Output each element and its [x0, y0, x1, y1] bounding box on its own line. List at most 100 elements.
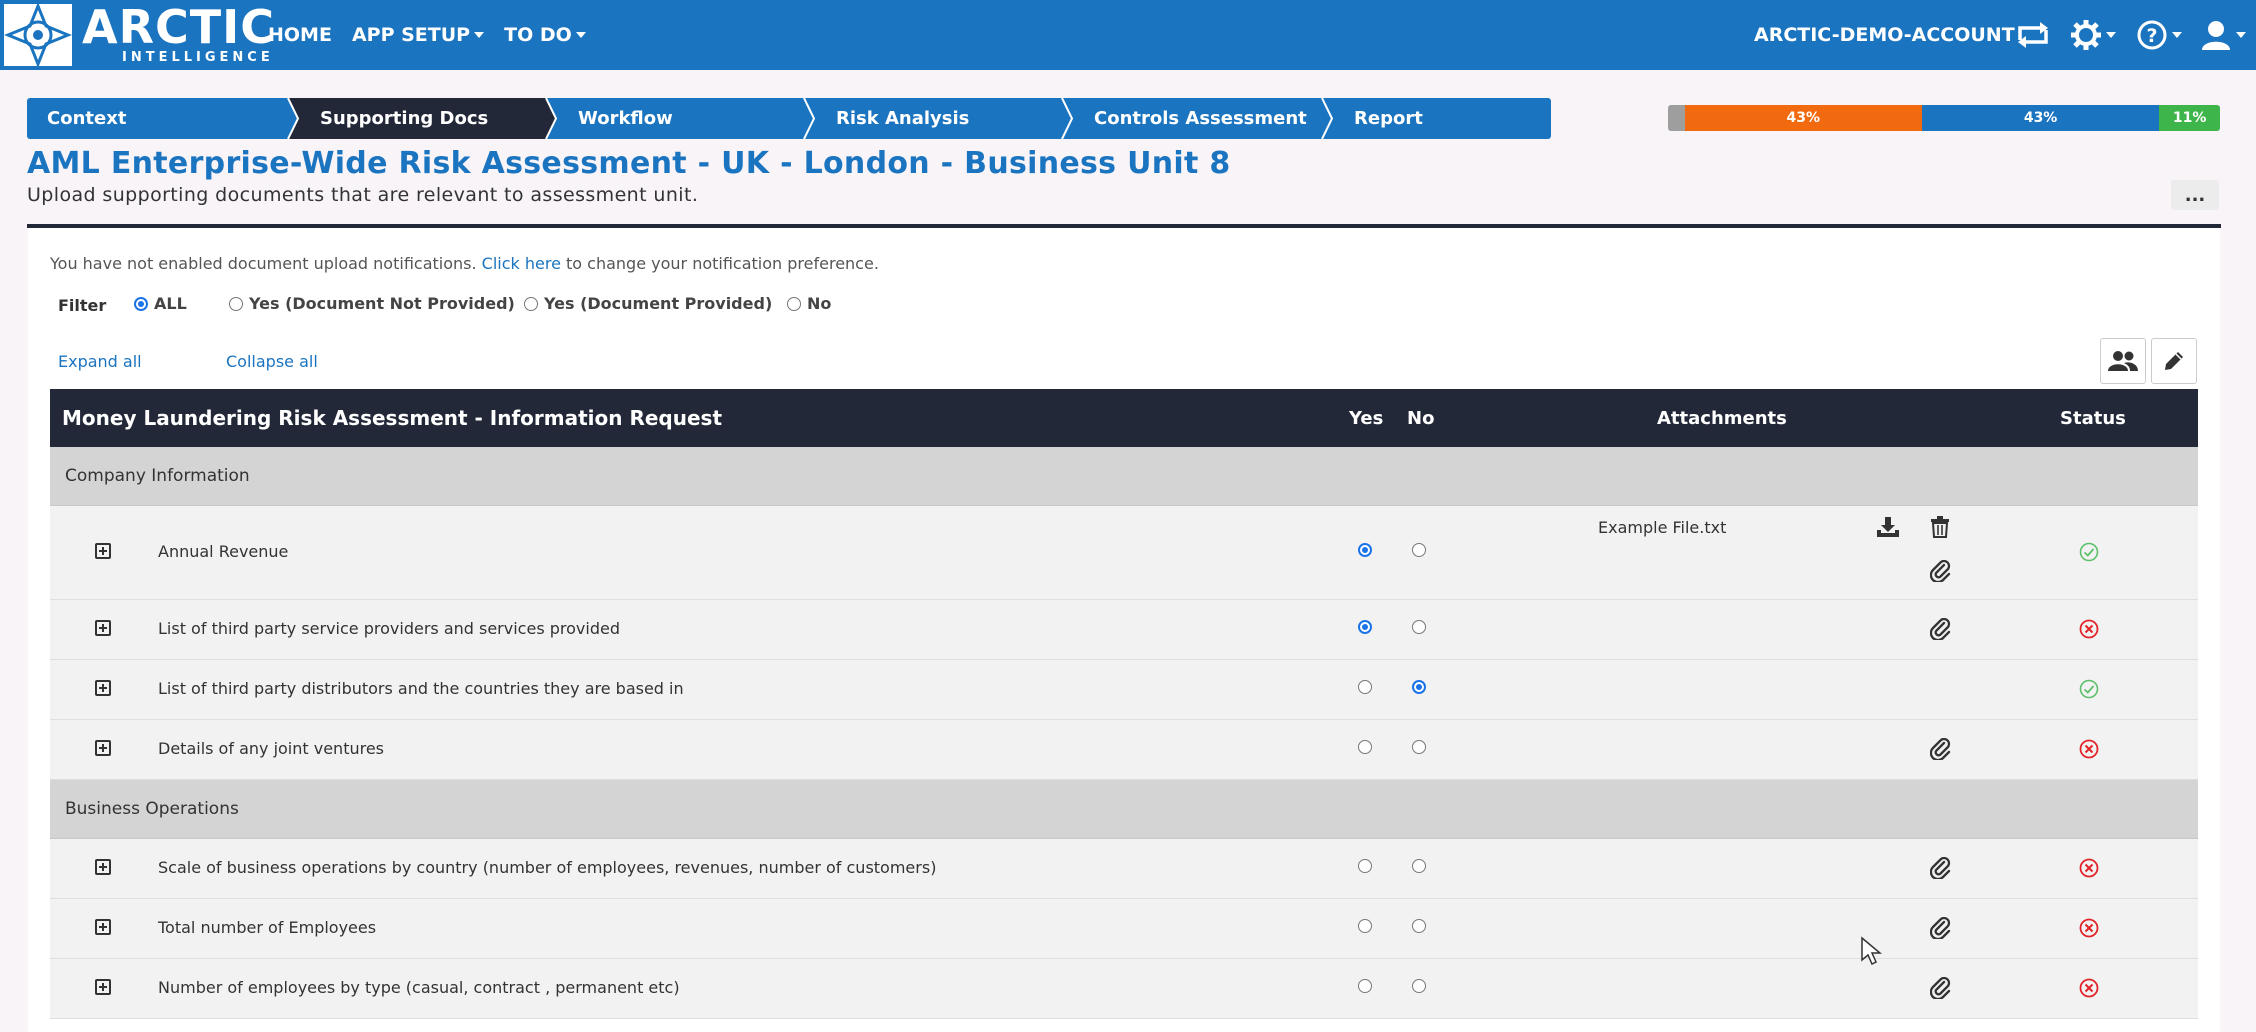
answer-yes-radio[interactable]	[1358, 543, 1372, 557]
table-row: Annual Revenue Example File.txt	[50, 506, 2198, 600]
gear-icon[interactable]	[2070, 16, 2116, 54]
paperclip-icon[interactable]	[1929, 559, 1952, 586]
table-row: Scale of business operations by country …	[50, 839, 2198, 899]
collapse-all-link[interactable]: Collapse all	[226, 352, 318, 371]
step-separator-icon	[279, 98, 301, 139]
expand-row-icon[interactable]	[95, 620, 111, 636]
x-circle-icon	[2079, 619, 2099, 643]
step-controls-assessment[interactable]: Controls Assessment	[1062, 98, 1322, 139]
answer-yes-radio[interactable]	[1358, 979, 1372, 993]
expand-row-icon[interactable]	[95, 680, 111, 696]
filter-radio-all[interactable]	[134, 296, 148, 311]
filter-option-no[interactable]: No	[787, 294, 831, 313]
filter-radio-yes-provided[interactable]	[524, 296, 538, 311]
answer-no-radio[interactable]	[1412, 620, 1426, 634]
check-circle-icon	[2079, 542, 2099, 566]
main-nav: HOME APP SETUP TO DO	[268, 0, 586, 70]
more-options-button[interactable]: ...	[2171, 180, 2219, 210]
section-title: Company Information	[65, 466, 250, 486]
expand-row-icon[interactable]	[95, 919, 111, 935]
trash-icon[interactable]	[1930, 516, 1950, 542]
step-risk-analysis[interactable]: Risk Analysis	[804, 98, 1062, 139]
x-circle-icon	[2079, 858, 2099, 882]
switch-account-icon[interactable]	[2014, 16, 2052, 54]
row-label: List of third party distributors and the…	[158, 679, 684, 698]
nav-app-setup[interactable]: APP SETUP	[352, 24, 485, 46]
expand-all-link[interactable]: Expand all	[58, 352, 142, 371]
step-label: Risk Analysis	[836, 108, 970, 129]
pencil-icon	[2165, 352, 2183, 370]
filter-option-yes-not-provided[interactable]: Yes (Document Not Provided)	[229, 294, 515, 313]
edit-button[interactable]	[2151, 338, 2197, 384]
account-name[interactable]: ARCTIC-DEMO-ACCOUNT	[1754, 0, 2015, 70]
step-separator-icon	[537, 98, 559, 139]
answer-yes-radio[interactable]	[1358, 740, 1372, 754]
answer-no-radio[interactable]	[1412, 740, 1426, 754]
table-row: List of third party distributors and the…	[50, 660, 2198, 720]
row-label: Total number of Employees	[158, 918, 377, 937]
help-icon[interactable]: ?	[2136, 16, 2182, 54]
users-icon	[2108, 351, 2138, 371]
step-workflow[interactable]: Workflow	[546, 98, 804, 139]
step-label: Controls Assessment	[1094, 108, 1307, 129]
step-label: Supporting Docs	[320, 108, 489, 129]
paperclip-icon[interactable]	[1929, 737, 1952, 764]
download-icon[interactable]	[1876, 516, 1900, 542]
step-label: Report	[1354, 108, 1423, 129]
brand-name: ARCTIC	[82, 0, 276, 54]
paperclip-icon[interactable]	[1929, 976, 1952, 1003]
workflow-steps: Context Supporting Docs Workflow Risk Analy…	[27, 98, 1551, 139]
filter-option-all[interactable]: ALL	[134, 294, 187, 313]
filter-option-label: Yes (Document Provided)	[544, 294, 773, 313]
section-header: Company Information	[50, 447, 2198, 506]
brand-tagline: INTELLIGENCE	[122, 50, 274, 65]
answer-yes-radio[interactable]	[1358, 620, 1372, 634]
filter-option-label: No	[807, 294, 832, 313]
answer-no-radio[interactable]	[1412, 859, 1426, 873]
row-label: Scale of business operations by country …	[158, 858, 937, 877]
chevron-down-icon	[575, 32, 586, 38]
column-yes: Yes	[1349, 407, 1384, 429]
x-circle-icon	[2079, 918, 2099, 942]
chevron-down-icon	[2172, 32, 2182, 38]
attachment-filename[interactable]: Example File.txt	[1598, 518, 1726, 537]
answer-yes-radio[interactable]	[1358, 859, 1372, 873]
paperclip-icon[interactable]	[1929, 617, 1952, 644]
paperclip-icon[interactable]	[1929, 856, 1952, 883]
chevron-down-icon	[2106, 32, 2116, 38]
expand-row-icon[interactable]	[95, 543, 111, 559]
answer-no-radio[interactable]	[1412, 919, 1426, 933]
answer-no-radio[interactable]	[1412, 979, 1426, 993]
assign-users-button[interactable]	[2100, 338, 2146, 384]
x-circle-icon	[2079, 978, 2099, 1002]
step-context[interactable]: Context	[27, 98, 288, 139]
nav-todo[interactable]: TO DO	[504, 24, 586, 46]
answer-no-radio[interactable]	[1412, 543, 1426, 557]
step-supporting-docs[interactable]: Supporting Docs	[288, 98, 546, 139]
expand-row-icon[interactable]	[95, 859, 111, 875]
brand-logo[interactable]: ARCTIC INTELLIGENCE	[82, 4, 275, 66]
paperclip-icon[interactable]	[1929, 916, 1952, 943]
step-separator-icon	[1053, 98, 1075, 139]
filter-radio-no[interactable]	[787, 296, 801, 311]
step-report[interactable]: Report	[1322, 98, 1551, 139]
row-label: Number of employees by type (casual, con…	[158, 978, 680, 997]
notification-preference-link[interactable]: Click here	[482, 254, 561, 273]
answer-yes-radio[interactable]	[1358, 680, 1372, 694]
row-label: Annual Revenue	[158, 542, 289, 561]
arctic-logo-mark[interactable]	[2, 1, 74, 69]
answer-yes-radio[interactable]	[1358, 919, 1372, 933]
table-row: Details of any joint ventures	[50, 720, 2198, 780]
progress-bar: 43% 43% 11%	[1668, 105, 2220, 131]
filter-radio-yes-not-provided[interactable]	[229, 296, 243, 311]
expand-row-icon[interactable]	[95, 979, 111, 995]
x-circle-icon	[2079, 739, 2099, 763]
section-header: Business Operations	[50, 780, 2198, 839]
expand-row-icon[interactable]	[95, 740, 111, 756]
user-icon[interactable]	[2200, 16, 2246, 54]
column-no: No	[1407, 407, 1435, 429]
notice-text-after: to change your notification preference.	[566, 254, 879, 273]
nav-home[interactable]: HOME	[268, 24, 332, 46]
filter-option-yes-provided[interactable]: Yes (Document Provided)	[524, 294, 772, 313]
answer-no-radio[interactable]	[1412, 680, 1426, 694]
